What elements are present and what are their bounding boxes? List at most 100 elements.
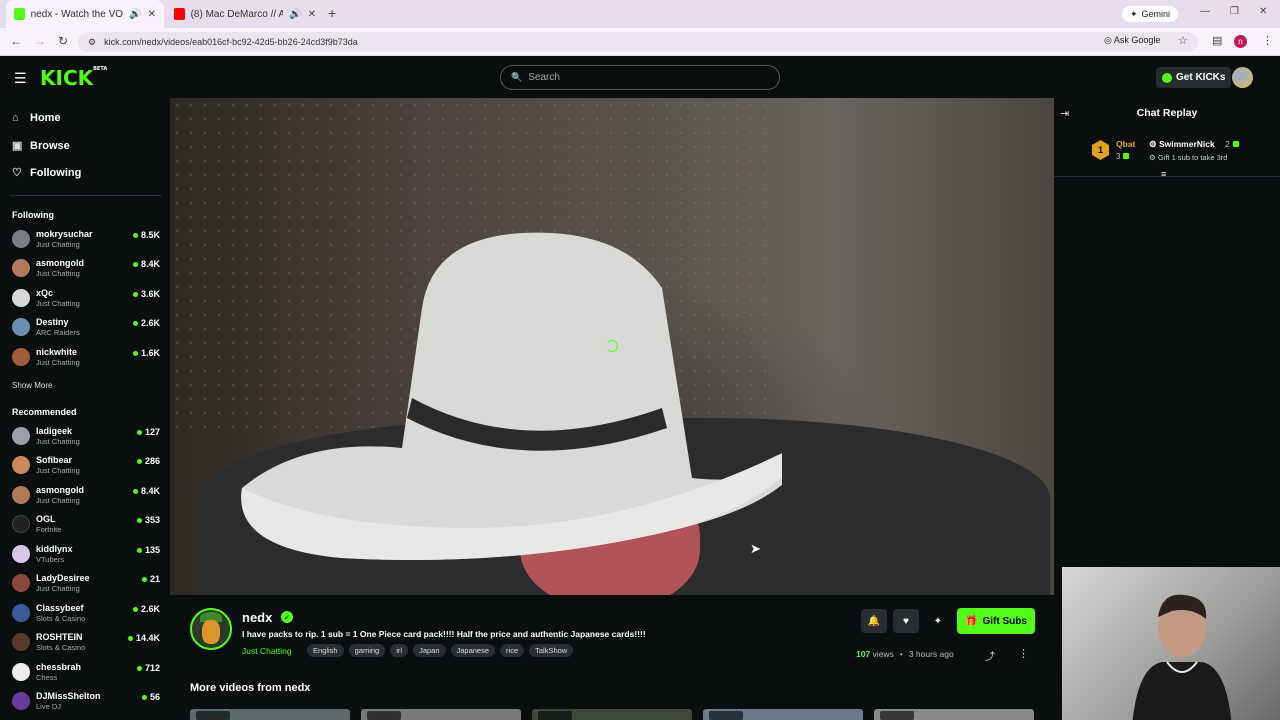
views-count: 107 <box>856 649 871 659</box>
browser-tab[interactable]: (8) Mac DeMarco // Another One 🔊 ✕ <box>166 0 324 28</box>
sidebar-channel[interactable]: kiddlynx VTubers 135 <box>12 542 162 568</box>
notification-bell-button[interactable]: 🔔 <box>861 609 887 633</box>
channel-avatar-large[interactable] <box>190 608 232 650</box>
viewer-count: 14.4K <box>127 633 160 643</box>
channel-category: Just Chatting <box>36 240 80 249</box>
video-thumbnail[interactable] <box>361 709 521 720</box>
live-dot-icon <box>141 576 147 582</box>
close-tab-icon[interactable]: ✕ <box>308 9 316 20</box>
gift-subs-button[interactable]: 🎁 Gift Subs <box>957 608 1035 634</box>
gemini-icon: ✦ <box>1130 8 1138 19</box>
url-text: kick.com/nedx/videos/eab016cf-bc92-42d5-… <box>104 37 358 47</box>
sidebar-channel[interactable]: mokrysuchar Just Chatting 8.5K <box>12 227 162 253</box>
sidebar-channel[interactable]: nickwhite Just Chatting 1.6K <box>12 345 162 371</box>
channel-category: Just Chatting <box>36 584 80 593</box>
viewer-count: 21 <box>141 574 160 584</box>
leader-1-name[interactable]: Qbat <box>1116 139 1135 149</box>
user-avatar[interactable] <box>1232 67 1253 88</box>
tag-chip[interactable]: Japanese <box>450 644 496 657</box>
tag-chip[interactable]: rice <box>500 644 525 657</box>
gift-icon: 🎁 <box>965 615 978 627</box>
gemini-button[interactable]: ✦ Gemini <box>1122 6 1179 22</box>
video-thumbnail[interactable] <box>190 709 350 720</box>
expand-leaderboard-icon[interactable]: ≡ <box>1161 169 1166 179</box>
sidebar-channel[interactable]: xQc Just Chatting 3.6K <box>12 286 162 312</box>
speaker-icon[interactable]: 🔊 <box>129 9 141 20</box>
sidebar-channel[interactable]: OGL Fortnite 353 <box>12 512 162 538</box>
nav-home[interactable]: ⌂ Home <box>12 112 61 124</box>
channel-avatar <box>12 318 30 336</box>
search-input[interactable]: 🔍 Search <box>500 65 780 90</box>
heart-icon: ♥ <box>903 615 909 627</box>
loading-spinner-icon <box>606 340 618 352</box>
new-tab-button[interactable]: + <box>328 5 336 21</box>
viewer-count-value: 127 <box>144 427 160 437</box>
search-placeholder: Search <box>528 72 560 83</box>
tag-chip[interactable]: gaming <box>348 644 386 657</box>
back-icon[interactable]: ← <box>10 34 22 48</box>
channel-avatar <box>12 515 30 533</box>
site-header: ☰ KICKBETA 🔍 Search Get KICKs <box>0 57 1280 98</box>
profile-avatar[interactable]: n <box>1234 35 1247 48</box>
show-more-link[interactable]: Show More <box>12 381 52 390</box>
minimize-icon[interactable]: — <box>1200 6 1210 17</box>
tag-chip[interactable]: TalkShow <box>529 644 574 657</box>
follow-button[interactable]: ♥ <box>893 609 919 633</box>
viewer-count: 712 <box>136 663 160 673</box>
sidebar-channel[interactable]: ROSHTEIN Slots & Casino 14.4K <box>12 630 162 656</box>
close-tab-icon[interactable]: ✕ <box>148 9 156 20</box>
tag-chip[interactable]: Japan <box>413 644 446 657</box>
heart-icon: ♡ <box>12 167 22 179</box>
hamburger-menu-icon[interactable]: ☰ <box>14 70 27 87</box>
sidebar-channel[interactable]: asmongold Just Chatting 8.4K <box>12 483 162 509</box>
tag-chip[interactable]: English <box>307 644 344 657</box>
video-thumbnail[interactable] <box>874 709 1034 720</box>
extensions-icon[interactable]: ▤ <box>1212 34 1222 47</box>
nav-following-label: Following <box>30 166 82 179</box>
ask-google-button[interactable]: ◎ Ask Google <box>1104 35 1160 46</box>
live-dot-icon <box>127 635 133 641</box>
speaker-icon[interactable]: 🔊 <box>289 9 301 20</box>
sidebar-channel[interactable]: Destiny ARC Raiders 2.6K <box>12 315 162 341</box>
get-kicks-button[interactable]: Get KICKs <box>1156 67 1232 88</box>
channel-category: Just Chatting <box>36 437 80 446</box>
sparkle-button[interactable]: ✦ <box>925 609 951 633</box>
sidebar-channel[interactable]: asmongold Just Chatting 8.4K <box>12 256 162 282</box>
channel-category: ARC Raiders <box>36 328 80 337</box>
more-options-icon[interactable]: ⋮ <box>1018 647 1029 660</box>
channel-avatar <box>12 663 30 681</box>
viewer-count-value: 1.6K <box>140 348 160 358</box>
channel-name-title[interactable]: nedx <box>242 610 272 625</box>
gift-prompt[interactable]: ⚙ Gift 1 sub to take 3rd <box>1149 153 1227 162</box>
browser-tab-active[interactable]: nedx - Watch the VOD on Kick 🔊 ✕ <box>6 0 164 28</box>
sidebar-channel[interactable]: Sofibear Just Chatting 286 <box>12 453 162 479</box>
video-player[interactable] <box>170 98 1054 595</box>
maximize-icon[interactable]: ❐ <box>1230 6 1239 17</box>
video-thumbnail[interactable] <box>532 709 692 720</box>
site-info-icon[interactable]: ⚙ <box>88 37 96 48</box>
category-link[interactable]: Just Chatting <box>242 646 292 656</box>
sidebar-channel[interactable]: DJMissShelton Live DJ 56 <box>12 689 162 715</box>
video-thumbnail[interactable] <box>703 709 863 720</box>
channel-category: Slots & Casino <box>36 643 86 652</box>
reload-icon[interactable]: ↻ <box>58 34 68 48</box>
bookmark-star-icon[interactable]: ☆ <box>1178 34 1188 47</box>
share-icon[interactable]: ⤴ <box>985 648 995 663</box>
address-bar[interactable]: ⚙ kick.com/nedx/videos/eab016cf-bc92-42d… <box>78 32 1198 52</box>
viewer-count-value: 14.4K <box>135 633 160 643</box>
nav-browse[interactable]: ▣ Browse <box>12 139 70 153</box>
channel-category: Just Chatting <box>36 299 80 308</box>
browser-menu-icon[interactable]: ⋮ <box>1262 34 1273 47</box>
tag-chip[interactable]: irl <box>390 644 409 657</box>
kick-logo[interactable]: KICKBETA <box>40 66 107 90</box>
sidebar-channel[interactable]: LadyDesiree Just Chatting 21 <box>12 571 162 597</box>
forward-icon[interactable]: → <box>34 34 46 48</box>
sidebar-channel[interactable]: chessbrah Chess 712 <box>12 660 162 686</box>
leader-2-name[interactable]: ⚙ SwimmerNick <box>1149 139 1215 150</box>
sidebar-channel[interactable]: ladigeek Just Chatting 127 <box>12 424 162 450</box>
leaderboard-medal-icon: 1 <box>1092 140 1109 160</box>
leader-2-count: 2 <box>1225 139 1239 149</box>
close-window-icon[interactable]: ✕ <box>1259 6 1267 17</box>
sidebar-channel[interactable]: Classybeef Slots & Casino 2.6K <box>12 601 162 627</box>
nav-following[interactable]: ♡ Following <box>12 166 82 180</box>
